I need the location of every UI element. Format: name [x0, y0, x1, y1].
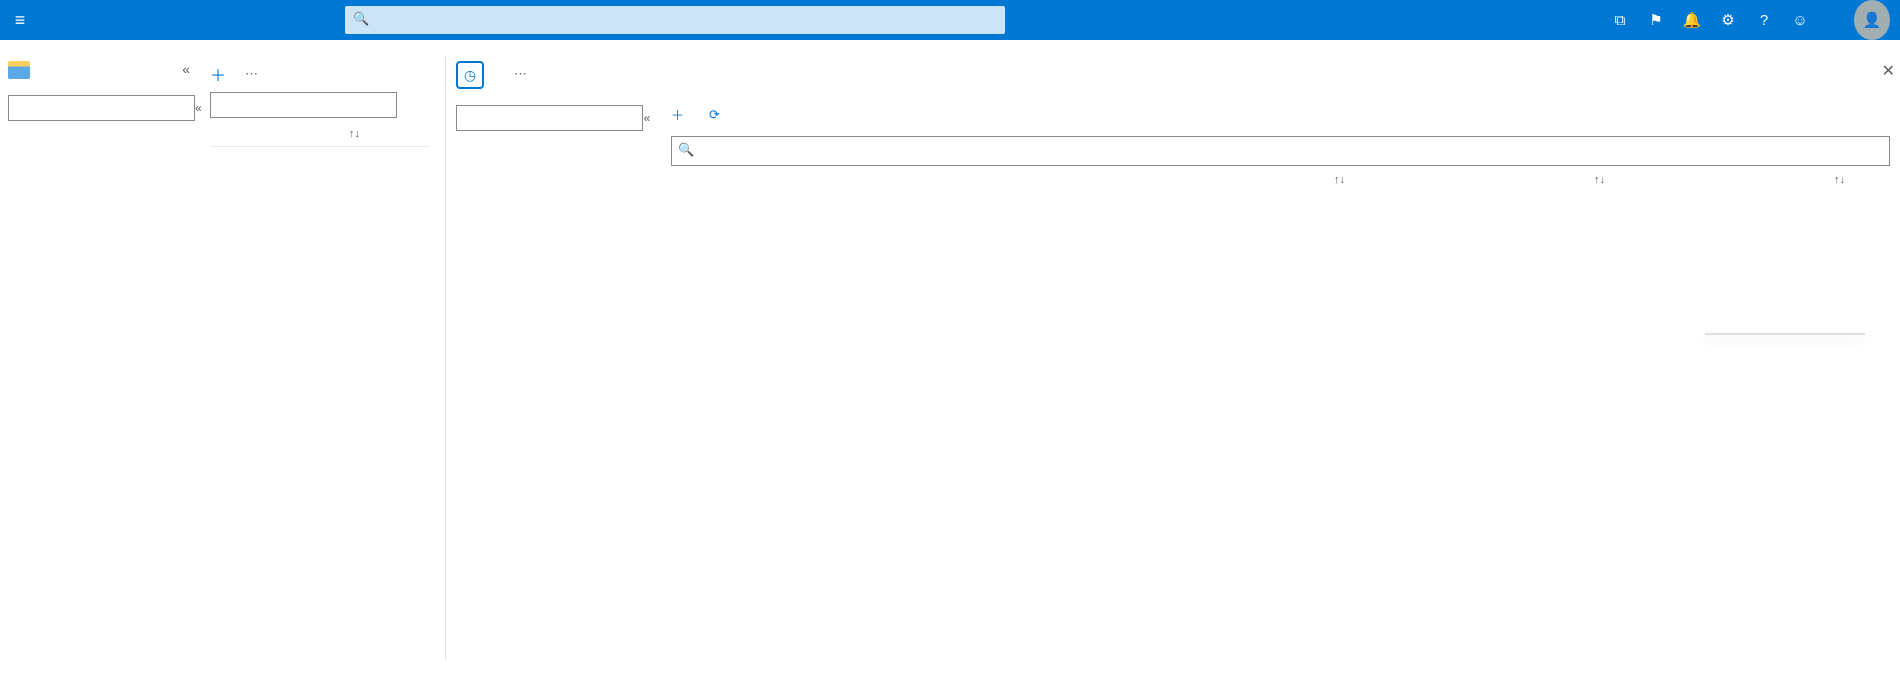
- account-nav-panel: « 🔍 «: [0, 56, 200, 660]
- more-icon[interactable]: ⋯: [245, 66, 258, 82]
- col-created[interactable]: ↑↓: [1620, 174, 1860, 186]
- close-blade-icon[interactable]: ✕: [1882, 61, 1900, 81]
- snapshots-blade: ◷ ⋯ ✕ 🔍: [445, 56, 1900, 660]
- left-nav-search[interactable]: [8, 95, 195, 121]
- volumes-toolbar: ＋ ⋯: [210, 56, 430, 92]
- sort-icon: ↑↓: [1594, 174, 1620, 186]
- main-layout: « 🔍 « ＋ ⋯ 🔍 ↑↓: [0, 56, 1900, 660]
- snapshot-blade-icon: ◷: [456, 61, 484, 89]
- volumes-search-input[interactable]: [210, 92, 397, 118]
- sort-icon: ↑↓: [1834, 174, 1860, 186]
- left-search-row: 🔍 «: [8, 95, 200, 121]
- blade-more-icon[interactable]: ⋯: [514, 66, 527, 81]
- search-icon: 🔍: [353, 11, 369, 27]
- col-quota[interactable]: [370, 128, 430, 140]
- col-location[interactable]: ↑↓: [1360, 174, 1620, 186]
- snapshots-table-header: ↑↓ ↑↓ ↑↓: [671, 166, 1890, 194]
- snapshot-context-menu: [1705, 333, 1865, 335]
- azure-topbar: ≡ 🔍 ⧉ ⚑ 🔔 ⚙ ? ☺ 👤: [0, 0, 1900, 40]
- plus-icon: ＋: [210, 62, 226, 86]
- hamburger-icon[interactable]: ≡: [0, 10, 40, 31]
- search-icon: 🔍: [678, 142, 694, 158]
- add-volume-button[interactable]: ＋: [210, 62, 230, 86]
- snapshots-toolbar: ＋ ⟳: [671, 99, 1890, 130]
- refresh-icon: ⟳: [709, 107, 720, 123]
- account-header: «: [8, 56, 200, 89]
- global-search-wrap: 🔍: [345, 6, 1005, 34]
- user-info[interactable]: [1818, 0, 1854, 40]
- collapse-left-icon[interactable]: «: [182, 61, 200, 77]
- notifications-icon[interactable]: 🔔: [1674, 0, 1710, 40]
- blade-header: ◷ ⋯ ✕: [446, 56, 1900, 99]
- feedback-icon[interactable]: ☺: [1782, 0, 1818, 40]
- collapse-chevron-icon[interactable]: «: [643, 111, 651, 125]
- breadcrumb: [0, 40, 1900, 56]
- volumes-table-header: ↑↓: [210, 122, 430, 147]
- volumes-list-panel: ＋ ⋯ 🔍 ↑↓: [200, 56, 445, 660]
- global-search-input[interactable]: [345, 6, 1005, 34]
- refresh-button[interactable]: ⟳: [709, 107, 725, 123]
- help-icon[interactable]: ?: [1746, 0, 1782, 40]
- sort-icon: ↑↓: [1334, 174, 1360, 186]
- sort-icon: ↑↓: [349, 128, 370, 140]
- col-name[interactable]: ↑↓: [671, 174, 1360, 186]
- netapp-account-icon: [8, 61, 30, 79]
- plus-icon: ＋: [671, 105, 684, 124]
- add-snapshot-button[interactable]: ＋: [671, 105, 689, 124]
- col-name[interactable]: ↑↓: [210, 128, 370, 140]
- cloudshell-icon[interactable]: ⧉: [1602, 0, 1638, 40]
- settings-icon[interactable]: ⚙: [1710, 0, 1746, 40]
- topbar-icons: ⧉ ⚑ 🔔 ⚙ ? ☺ 👤: [1602, 0, 1900, 40]
- directory-icon[interactable]: ⚑: [1638, 0, 1674, 40]
- volume-nav-panel: 🔍 «: [446, 99, 661, 660]
- snapshots-content: ＋ ⟳ 🔍: [661, 99, 1900, 660]
- avatar[interactable]: 👤: [1854, 0, 1890, 40]
- snapshots-search-input[interactable]: [671, 136, 1890, 166]
- volume-nav-search[interactable]: [456, 105, 643, 131]
